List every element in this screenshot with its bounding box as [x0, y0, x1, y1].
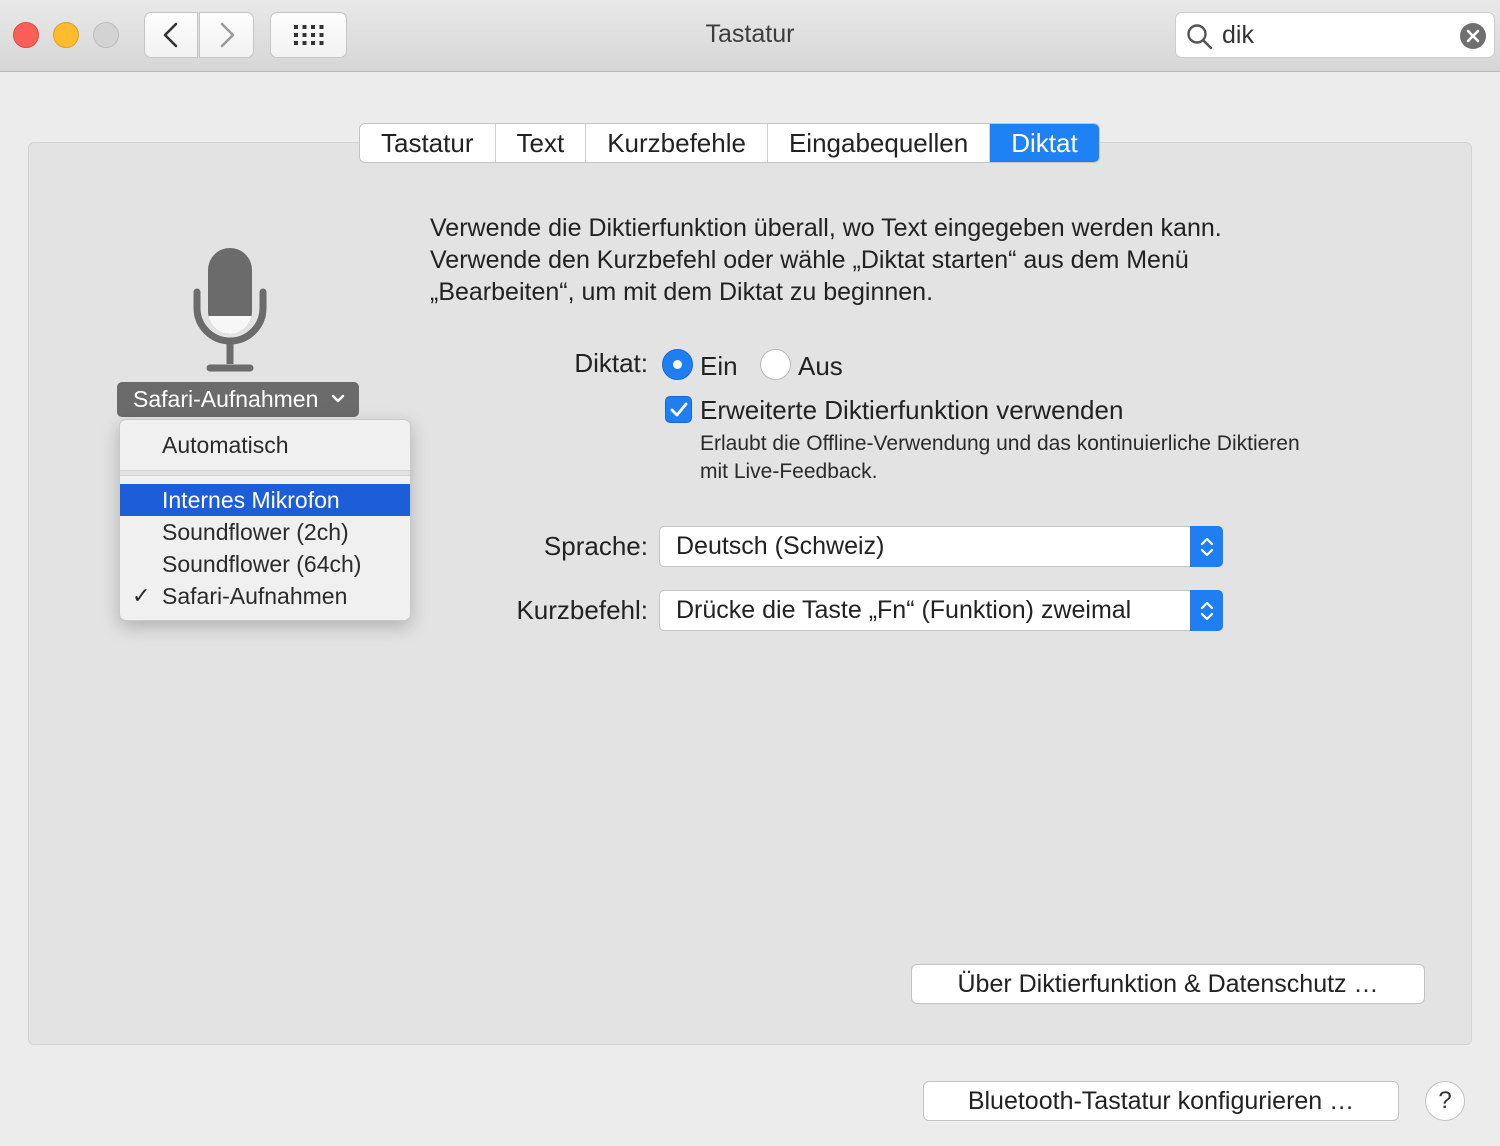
- search-icon: [1187, 24, 1213, 50]
- menu-item-label: Safari-Aufnahmen: [162, 583, 348, 609]
- menu-item-label: Soundflower (64ch): [162, 551, 362, 577]
- enhanced-dictation-label[interactable]: Erweiterte Diktierfunktion verwenden: [700, 395, 1123, 426]
- up-down-chevron-icon: [1190, 590, 1223, 631]
- language-select[interactable]: Deutsch (Schweiz): [659, 526, 1223, 567]
- dictation-on-label[interactable]: Ein: [700, 351, 738, 382]
- tab-keyboard[interactable]: Tastatur: [360, 124, 496, 162]
- description-line: „Bearbeiten“, um mit dem Diktat zu begin…: [430, 278, 934, 306]
- tab-shortcuts[interactable]: Kurzbefehle: [586, 124, 768, 162]
- tab-text[interactable]: Text: [496, 124, 587, 162]
- clear-search-icon[interactable]: [1459, 22, 1487, 50]
- menu-item-soundflower-64ch[interactable]: Soundflower (64ch): [120, 548, 410, 580]
- search-field[interactable]: [1175, 12, 1495, 58]
- search-input[interactable]: [1222, 20, 1452, 50]
- checkmark-icon: ✓: [132, 583, 151, 608]
- shortcut-value: Drücke die Taste „Fn“ (Funktion) zweimal: [676, 596, 1132, 624]
- language-value: Deutsch (Schweiz): [676, 532, 885, 560]
- description-line: Verwende den Kurzbefehl oder wähle „Dikt…: [430, 246, 1189, 274]
- description-line: Verwende die Diktierfunktion überall, wo…: [430, 214, 1222, 242]
- title-bar: Tastatur: [0, 0, 1500, 72]
- menu-item-internal-microphone[interactable]: Internes Mikrofon: [120, 484, 410, 516]
- chevron-down-icon: [331, 394, 345, 403]
- dictation-off-radio[interactable]: [760, 349, 791, 380]
- description-line: Erlaubt die Offline-Verwendung und das k…: [700, 432, 1300, 455]
- dictation-on-radio[interactable]: [662, 349, 693, 380]
- description-line: mit Live-Feedback.: [700, 460, 878, 483]
- dictation-off-label[interactable]: Aus: [798, 351, 843, 382]
- dictation-description: Verwende die Diktierfunktion überall, wo…: [430, 212, 1330, 308]
- menu-item-automatic[interactable]: Automatisch: [120, 429, 410, 461]
- help-button[interactable]: ?: [1425, 1081, 1465, 1121]
- language-label: Sprache:: [543, 531, 648, 561]
- up-down-chevron-icon: [1190, 526, 1223, 567]
- mic-source-menu: Automatisch Internes Mikrofon Soundflowe…: [119, 419, 411, 621]
- tab-bar: Tastatur Text Kurzbefehle Eingabequellen…: [359, 123, 1100, 163]
- setup-bluetooth-keyboard-button[interactable]: Bluetooth-Tastatur konfigurieren …: [923, 1081, 1399, 1121]
- menu-separator: [120, 470, 410, 476]
- dictation-label: Diktat:: [574, 348, 648, 378]
- enhanced-dictation-checkbox[interactable]: [665, 396, 692, 423]
- menu-item-label: Internes Mikrofon: [162, 487, 340, 513]
- menu-item-label: Automatisch: [162, 432, 289, 458]
- microphone-icon: [193, 248, 267, 372]
- shortcut-select[interactable]: Drücke die Taste „Fn“ (Funktion) zweimal: [659, 590, 1223, 631]
- tab-input-sources[interactable]: Eingabequellen: [768, 124, 991, 162]
- menu-item-safari-recordings[interactable]: ✓ Safari-Aufnahmen: [120, 580, 410, 612]
- about-dictation-privacy-button[interactable]: Über Diktierfunktion & Datenschutz …: [911, 964, 1425, 1004]
- shortcut-label: Kurzbefehl:: [516, 595, 648, 625]
- mic-source-popup-button[interactable]: Safari-Aufnahmen: [117, 382, 359, 417]
- checkmark-icon: [670, 402, 687, 416]
- mic-source-label: Safari-Aufnahmen: [133, 386, 319, 412]
- menu-item-soundflower-2ch[interactable]: Soundflower (2ch): [120, 516, 410, 548]
- enhanced-dictation-description: Erlaubt die Offline-Verwendung und das k…: [700, 430, 1420, 486]
- tab-dictation[interactable]: Diktat: [990, 124, 1099, 162]
- menu-item-label: Soundflower (2ch): [162, 519, 349, 545]
